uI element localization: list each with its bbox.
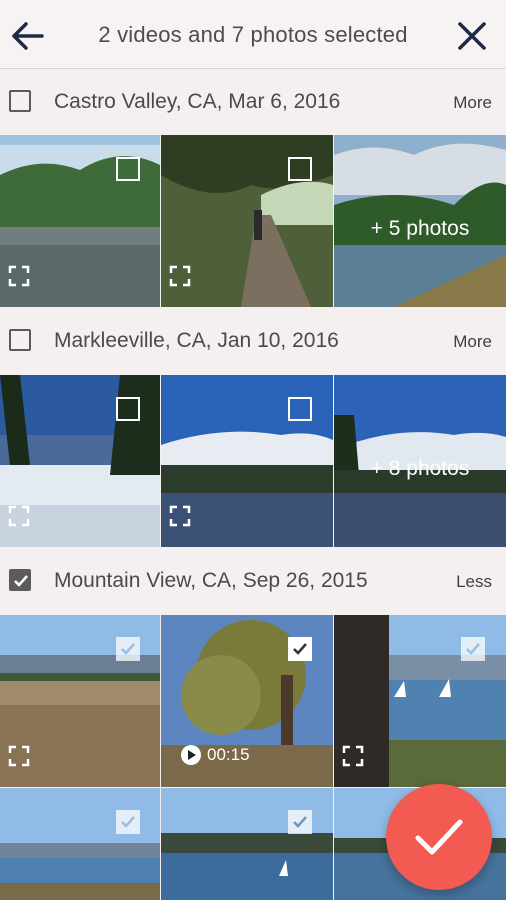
- section-location: Castro Valley, CA, Mar 6, 2016: [54, 90, 341, 113]
- close-icon[interactable]: [452, 16, 492, 56]
- section-more-toggle[interactable]: More: [453, 93, 492, 113]
- expand-icon[interactable]: [169, 505, 191, 527]
- photo-tile[interactable]: [0, 375, 160, 547]
- photo-tile[interactable]: [161, 375, 333, 547]
- photo-tile[interactable]: [0, 615, 160, 787]
- section-more-toggle[interactable]: More: [453, 332, 492, 352]
- expand-icon[interactable]: [8, 745, 30, 767]
- top-bar: 2 videos and 7 photos selected: [0, 0, 506, 69]
- section-header-castro-valley: Castro Valley, CA, Mar 6, 2016 More: [0, 69, 506, 135]
- photo-grid-mountain-view-row1: 00:15: [0, 615, 506, 787]
- photo-tile[interactable]: + 8 photos: [334, 375, 506, 547]
- select-checkbox[interactable]: [116, 157, 140, 181]
- photo-tile[interactable]: [161, 788, 333, 900]
- confirm-selection-button[interactable]: [386, 784, 492, 890]
- section-header-markleeville: Markleeville, CA, Jan 10, 2016 More: [0, 308, 506, 374]
- select-checkbox[interactable]: [288, 637, 312, 661]
- select-checkbox[interactable]: [288, 397, 312, 421]
- video-tile[interactable]: 00:15: [161, 615, 333, 787]
- select-checkbox[interactable]: [116, 810, 140, 834]
- section-select-checkbox[interactable]: [9, 90, 31, 112]
- photo-tile[interactable]: [0, 135, 160, 307]
- section-less-toggle[interactable]: Less: [456, 572, 492, 592]
- select-checkbox[interactable]: [116, 637, 140, 661]
- section-header-mountain-view: Mountain View, CA, Sep 26, 2015 Less: [0, 548, 506, 614]
- arrow-left-icon[interactable]: [8, 16, 48, 56]
- photo-tile[interactable]: + 5 photos: [334, 135, 506, 307]
- photo-grid-markleeville: + 8 photos: [0, 375, 506, 547]
- select-checkbox[interactable]: [116, 397, 140, 421]
- section-select-checkbox[interactable]: [9, 569, 31, 591]
- photo-tile[interactable]: [334, 615, 506, 787]
- photo-tile[interactable]: [161, 135, 333, 307]
- expand-icon[interactable]: [342, 745, 364, 767]
- section-select-checkbox[interactable]: [9, 329, 31, 351]
- section-location: Markleeville, CA, Jan 10, 2016: [54, 329, 339, 352]
- video-duration-badge: 00:15: [181, 745, 250, 765]
- more-photos-label[interactable]: + 5 photos: [334, 217, 506, 241]
- checkmark-icon: [415, 819, 463, 855]
- photo-grid-castro-valley: + 5 photos: [0, 135, 506, 307]
- expand-icon[interactable]: [169, 265, 191, 287]
- section-location: Mountain View, CA, Sep 26, 2015: [54, 569, 368, 592]
- select-checkbox[interactable]: [461, 637, 485, 661]
- play-icon: [181, 745, 201, 765]
- photo-tile[interactable]: [0, 788, 160, 900]
- select-checkbox[interactable]: [288, 157, 312, 181]
- expand-icon[interactable]: [8, 505, 30, 527]
- video-duration: 00:15: [207, 745, 250, 764]
- select-checkbox[interactable]: [288, 810, 312, 834]
- more-photos-label[interactable]: + 8 photos: [334, 457, 506, 481]
- selection-title: 2 videos and 7 photos selected: [98, 22, 408, 47]
- expand-icon[interactable]: [8, 265, 30, 287]
